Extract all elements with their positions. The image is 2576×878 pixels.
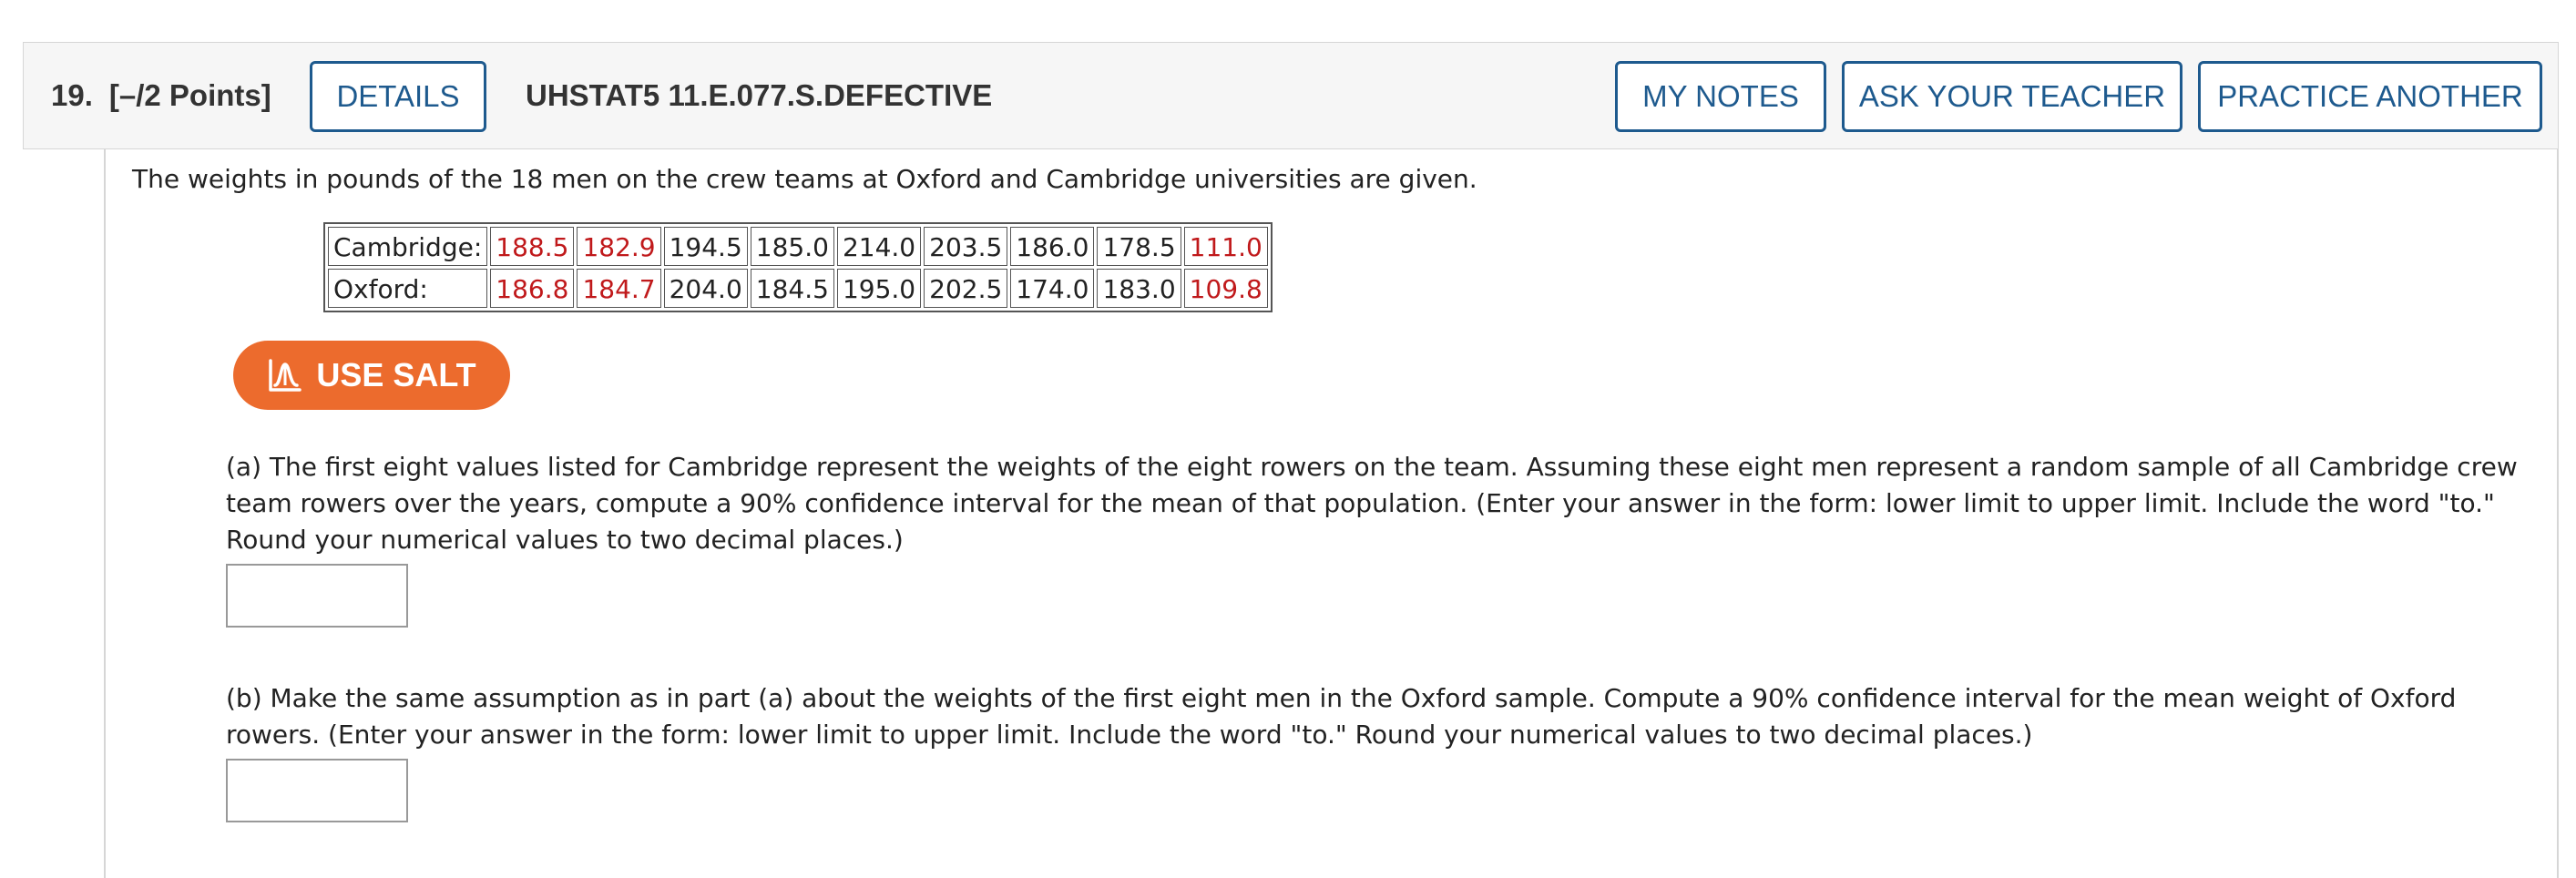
salt-distribution-icon xyxy=(269,359,302,392)
part-b-prompt: (b) Make the same assumption as in part … xyxy=(226,683,2457,750)
table-row: Cambridge: 188.5 182.9 194.5 185.0 214.0 203.5… xyxy=(328,227,1268,266)
weight-cell: 109.8 xyxy=(1183,269,1268,308)
part-a-answer-input[interactable] xyxy=(226,564,408,628)
weight-cell: 178.5 xyxy=(1097,227,1181,266)
weight-cell: 186.8 xyxy=(490,269,575,308)
table-row: Oxford: 186.8 184.7 204.0 184.5 195.0 202.5 174… xyxy=(328,269,1268,308)
weight-cell: 184.7 xyxy=(577,269,661,308)
weight-cell: 111.0 xyxy=(1183,227,1268,266)
use-salt-button[interactable]: USE SALT xyxy=(233,341,510,410)
weight-cell: 204.0 xyxy=(663,269,748,308)
weight-cell: 185.0 xyxy=(750,227,834,266)
use-salt-label: USE SALT xyxy=(316,356,476,393)
weight-cell: 188.5 xyxy=(490,227,575,266)
weight-cell: 182.9 xyxy=(577,227,661,266)
part-a-prompt: (a) The first eight values listed for Ca… xyxy=(226,452,2518,555)
ask-your-teacher-button[interactable]: ASK YOUR TEACHER xyxy=(1842,61,2182,132)
question-intro: The weights in pounds of the 18 men on t… xyxy=(132,164,1477,194)
weight-cell: 195.0 xyxy=(836,269,922,308)
weight-cell: 203.5 xyxy=(924,227,1008,266)
question-number-group: 19. [–/2 Points] xyxy=(51,43,271,148)
question-points: [–/2 Points] xyxy=(108,78,271,112)
weight-cell: 186.0 xyxy=(1010,227,1095,266)
weight-cell: 202.5 xyxy=(924,269,1008,308)
question-header: 19. [–/2 Points] DETAILS UHSTAT5 11.E.07… xyxy=(23,42,2559,149)
my-notes-button[interactable]: MY NOTES xyxy=(1615,61,1826,132)
details-button[interactable]: DETAILS xyxy=(310,61,486,132)
weights-table: Cambridge: 188.5 182.9 194.5 185.0 214.0 203.5… xyxy=(323,222,1273,312)
weight-cell: 184.5 xyxy=(750,269,834,308)
practice-another-button[interactable]: PRACTICE ANOTHER xyxy=(2198,61,2542,132)
assignment-code: UHSTAT5 11.E.077.S.DEFECTIVE xyxy=(526,78,993,112)
row-label: Oxford: xyxy=(328,269,488,308)
weight-cell: 194.5 xyxy=(663,227,748,266)
weight-cell: 214.0 xyxy=(836,227,922,266)
weight-cell: 174.0 xyxy=(1010,269,1095,308)
question-number: 19. xyxy=(51,78,93,112)
part-b-answer-input[interactable] xyxy=(226,759,408,822)
weight-cell: 183.0 xyxy=(1097,269,1181,308)
row-label: Cambridge: xyxy=(328,227,488,266)
